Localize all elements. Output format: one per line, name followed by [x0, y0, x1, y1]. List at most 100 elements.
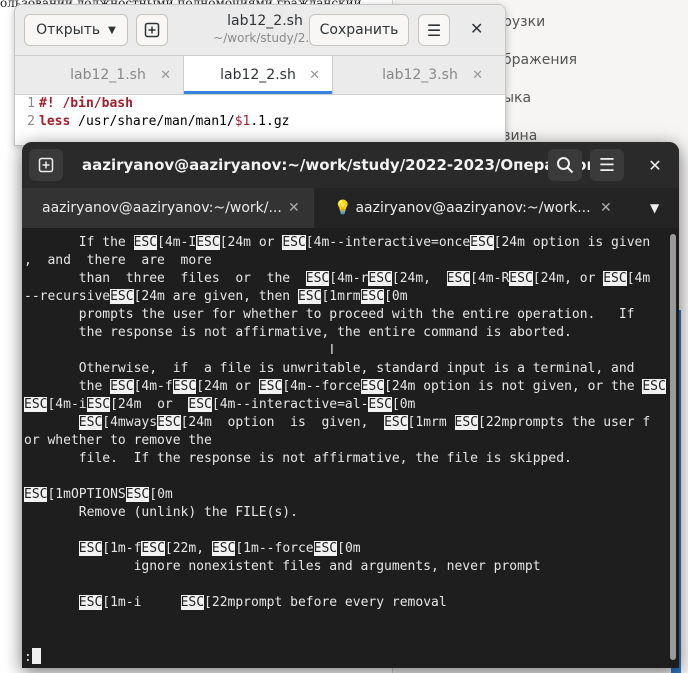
line-text: [4m-R [470, 271, 510, 286]
command-keyword: less [39, 114, 71, 129]
esc-marker: ESC [258, 379, 283, 394]
line-text: ignore nonexistent files and arguments, … [24, 559, 541, 574]
prompt-text: : [24, 650, 32, 665]
line-text [24, 415, 79, 430]
line-text: [0m [384, 289, 408, 304]
line-text: [1m--force [235, 541, 314, 556]
line-text: prompts the user for whether to proceed … [24, 307, 635, 322]
terminal-line: ESC[1m-fESC[22m, ESC[1m--forceESC[0m [24, 540, 361, 558]
code-area[interactable]: 1 #! /bin/bash 2 less /usr/share/man/man1/… [15, 95, 505, 145]
tab-close-icon[interactable]: ✕ [600, 200, 612, 216]
scrollbar-thumb[interactable] [670, 234, 676, 660]
text-editor-window: Открыть ▼ lab12_2.sh ~/work/study/2... С… [14, 4, 506, 146]
hamburger-menu-icon: ☰ [598, 154, 616, 176]
line-text: the [24, 379, 111, 394]
tab-label: lab12_2.sh [220, 67, 296, 83]
close-icon[interactable]: ✕ [470, 19, 483, 38]
terminal-headerbar: aaziryanov@aaziryanov:~/work/study/2022-… [22, 142, 679, 188]
line-text: If the [24, 235, 134, 250]
open-label: Открыть [36, 22, 101, 38]
esc-marker: ESC [196, 235, 220, 250]
open-button[interactable]: Открыть ▼ [24, 14, 128, 46]
shebang: #! /bin/bash [39, 96, 133, 111]
line-text: file. If the response is not affirmative… [24, 451, 572, 466]
terminal-title: aaziryanov@aaziryanov:~/work/study/2022-… [82, 156, 625, 174]
terminal-tab-1[interactable]: aaziryanov@aaziryanov:~/work/... ✕ [22, 188, 314, 228]
side-item-3[interactable]: ыка [503, 90, 531, 106]
line-text: [0m [391, 397, 416, 412]
esc-marker: ESC [180, 595, 205, 610]
tab-close-icon[interactable]: ✕ [472, 68, 483, 83]
new-tab-button[interactable] [136, 14, 168, 46]
terminal-output[interactable]: If the ESC[4m-IESC[24m or ESC[4m--intera… [22, 228, 667, 668]
esc-marker: ESC [454, 415, 478, 430]
esc-marker: ESC [125, 487, 150, 502]
terminal-line: prompts the user for whether to proceed … [24, 306, 635, 324]
esc-marker: ESC [110, 289, 134, 304]
pager-prompt[interactable]: : [24, 648, 41, 666]
esc-marker: ESC [368, 397, 392, 412]
line-text: [24m or [219, 235, 283, 250]
menu-button[interactable]: ☰ [590, 149, 624, 181]
line-text: Remove (unlink) the FILE(s). [24, 505, 298, 520]
terminal-line: , and there are more [24, 252, 212, 270]
tab-lab12-1[interactable]: lab12_1.sh ✕ [33, 56, 183, 94]
terminal-line: ESC[1m-i ESC[22mprompt before every remo… [24, 594, 447, 612]
cursor-block [31, 648, 41, 664]
line-text: Otherwise, if a file is unwritable, stan… [24, 361, 635, 376]
side-item-2[interactable]: бражения [503, 52, 577, 68]
line-number: 1 [27, 96, 35, 111]
terminal-line: ESC[4m-iESC[24m or ESC[4m--interactive=a… [24, 396, 415, 414]
new-tab-button[interactable] [29, 149, 63, 181]
editor-headerbar: Открыть ▼ lab12_2.sh ~/work/study/2... С… [15, 5, 505, 56]
line-text: [1mrm [407, 415, 455, 430]
line-text: [0m [149, 487, 173, 502]
terminal-line: ESC[4mwaysESC[24m option is given, ESC[1… [24, 414, 650, 432]
esc-marker: ESC [313, 541, 338, 556]
line-number: 2 [27, 114, 35, 129]
esc-marker: ESC [110, 379, 134, 394]
tab-close-icon[interactable]: ✕ [160, 68, 171, 83]
side-item-1[interactable]: рузки [503, 14, 545, 30]
scrollbar[interactable] [667, 228, 679, 668]
search-button[interactable] [548, 149, 582, 181]
close-icon: ✕ [648, 155, 662, 175]
line-text: [22mprompts the user f [478, 415, 651, 430]
esc-marker: ESC [133, 235, 158, 250]
esc-marker: ESC [78, 595, 103, 610]
line-text: [4mways [102, 415, 158, 430]
text-cursor-icon: I [330, 343, 334, 358]
line-text: [4m--interactive=al- [211, 397, 369, 412]
terminal-tab-2[interactable]: 💡 aaziryanov@aaziryanov:~/work... ✕ [332, 188, 632, 228]
tab-close-icon[interactable]: ✕ [288, 200, 300, 216]
tab-close-icon[interactable]: ✕ [309, 68, 320, 83]
terminal-window: aaziryanov@aaziryanov:~/work/study/2022-… [22, 142, 679, 668]
terminal-line: Remove (unlink) the FILE(s). [24, 504, 298, 522]
esc-marker: ESC [211, 541, 236, 556]
esc-marker: ESC [384, 415, 408, 430]
save-button[interactable]: Сохранить [309, 14, 409, 46]
command-path: /usr/share/man/man1/ [70, 114, 235, 129]
line-text: [1mrm [321, 289, 361, 304]
line-text: [24m or [196, 379, 259, 394]
line-text: [24m option is not given, or the [384, 379, 643, 394]
esc-marker: ESC [642, 379, 666, 394]
tab-label: lab12_1.sh [70, 67, 146, 83]
esc-marker: ESC [78, 415, 103, 430]
terminal-line: ignore nonexistent files and arguments, … [24, 558, 541, 576]
line-text: [24m option is given, [180, 415, 385, 430]
terminal-line: If the ESC[4m-IESC[24m or ESC[4m--intera… [24, 234, 650, 252]
close-button[interactable]: ✕ [638, 149, 672, 181]
tab-lab12-3[interactable]: lab12_3.sh ✕ [345, 56, 495, 94]
esc-marker: ESC [172, 379, 197, 394]
tab-label: aaziryanov@aaziryanov:~/work/... [42, 200, 282, 216]
chevron-down-icon: ▼ [108, 24, 116, 36]
tab-lab12-2[interactable]: lab12_2.sh ✕ [183, 56, 333, 94]
line-text: [1m-f [102, 541, 142, 556]
menu-button[interactable]: ☰ [418, 14, 450, 46]
esc-marker: ESC [360, 289, 385, 304]
tabs-dropdown-icon[interactable]: ▼ [650, 201, 659, 215]
esc-marker: ESC [297, 289, 322, 304]
esc-marker: ESC [282, 235, 306, 250]
esc-marker: ESC [86, 397, 111, 412]
